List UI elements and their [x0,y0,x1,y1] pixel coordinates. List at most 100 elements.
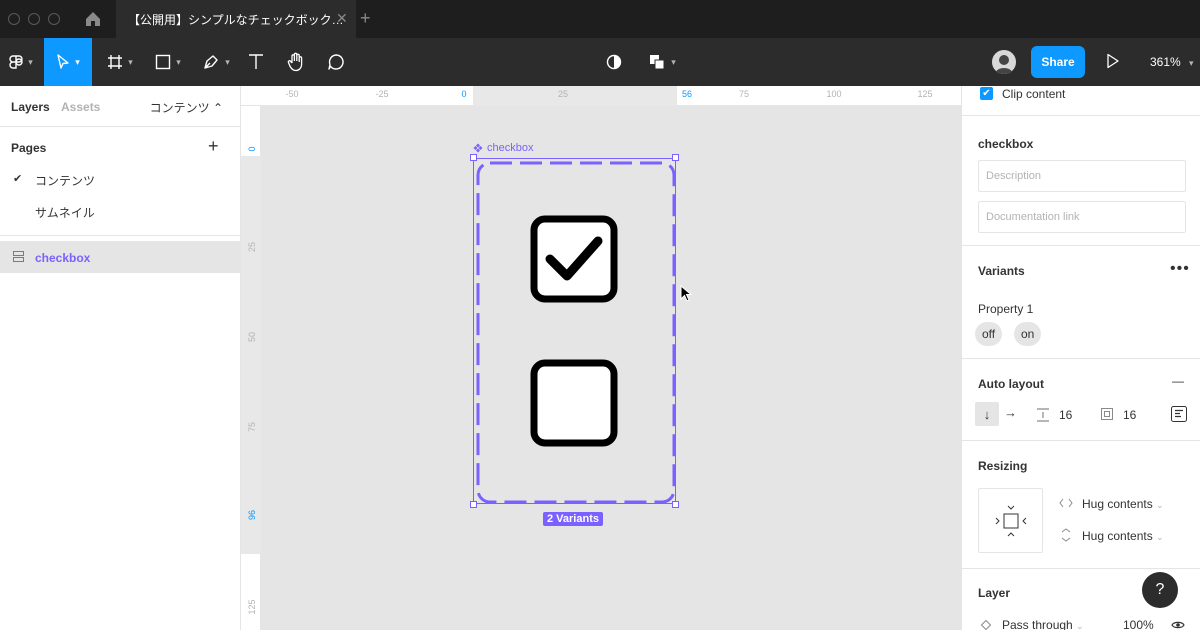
window-close-button[interactable] [8,13,20,25]
spacing-between-value[interactable]: 16 [1059,408,1072,422]
avatar[interactable] [992,50,1016,74]
share-button[interactable]: Share [1031,46,1085,78]
layer-item-checkbox[interactable]: checkbox [0,241,240,273]
page-item-thumbnail[interactable]: サムネイル [0,195,240,227]
height-resizing-dropdown[interactable]: Hug contents ⌄ [1082,529,1164,543]
page-selector[interactable]: コンテンツ ⌃ [150,99,223,116]
ruler-tick-label: 125 [247,599,257,615]
pen-tool[interactable]: ▾ [196,38,236,86]
window-minimize-button[interactable] [28,13,40,25]
component-set-icon [13,251,24,262]
resize-handle-top-left[interactable] [470,154,477,161]
ruler-selection-range [473,86,677,106]
description-field[interactable]: Description [978,160,1186,192]
chevron-down-icon: ⌄ [1156,500,1164,510]
pages-header: Pages + [0,127,240,163]
checkbox-variant-off[interactable] [530,359,618,447]
home-icon[interactable] [84,10,102,28]
eye-icon[interactable] [1171,620,1185,630]
ruler-tick-label: 0 [247,146,257,152]
comment-tool[interactable] [322,38,350,86]
comment-icon [328,54,344,70]
checkbox-variant-on[interactable] [530,215,618,303]
mask-toggle[interactable] [602,38,626,86]
ruler-selection-range [241,156,261,554]
tab-assets[interactable]: Assets [61,100,100,114]
contrast-icon [606,54,622,70]
spacing-between-icon [1037,408,1049,422]
text-tool[interactable] [244,38,268,86]
boolean-tool[interactable]: ▾ [642,38,682,86]
more-options-icon[interactable]: ••• [1170,260,1190,278]
ruler-tick-label: 96 [247,510,257,521]
chevron-down-icon: ▾ [75,56,80,67]
hand-tool[interactable] [282,38,310,86]
clip-content-checkbox[interactable]: ✔ [980,87,993,100]
file-tab[interactable]: 【公開用】シンプルなチェックボック… ✕ [116,0,356,38]
present-play-icon[interactable] [1106,53,1120,69]
alignment-icon[interactable] [1171,406,1187,422]
text-icon [249,54,263,69]
new-tab-button[interactable]: + [360,8,371,29]
rectangle-icon [156,54,171,70]
layer-heading: Layer [978,586,1011,600]
check-icon: ✔ [13,173,23,185]
frame-name: checkbox [487,142,534,154]
resize-handle-bottom-left[interactable] [470,501,477,508]
canvas[interactable]: checkbox 2 Variants [261,106,961,630]
zoom-level[interactable]: 361% ▾ [1150,55,1194,69]
chevron-down-icon: ▾ [1189,58,1194,68]
pen-icon [204,55,218,69]
ruler-horizontal: -50 -25 0 25 56 75 100 125 [241,86,961,106]
frame-name-label[interactable]: checkbox [473,142,533,154]
padding-value[interactable]: 16 [1123,408,1136,422]
add-page-button[interactable]: + [208,136,219,157]
toolbar: ▾ ▾ ▾ ▾ ▾ ▾ Share 361% ▾ [0,38,1200,86]
blend-mode-dropdown[interactable]: Pass through ⌄ [1002,618,1084,630]
remove-auto-layout-button[interactable]: — [1172,374,1184,388]
variants-heading: Variants [978,264,1025,278]
component-icon [473,143,483,153]
component-section: checkbox Description Documentation link [962,116,1200,246]
tab-layers[interactable]: Layers [11,100,50,114]
page-item-contents[interactable]: ✔ コンテンツ [0,163,240,195]
frame-tool[interactable]: ▾ [100,38,140,86]
ruler-tick-label: -50 [285,89,299,99]
figma-logo-icon [9,55,23,69]
direction-horizontal-button[interactable]: → [1004,405,1017,420]
cursor-arrow-icon [57,54,69,69]
blend-mode-icon [981,620,991,630]
width-resizing-value: Hug contents [1082,497,1153,511]
auto-layout-heading: Auto layout [978,377,1044,391]
frame-icon [108,55,123,69]
ruler-tick-label: 25 [557,89,569,99]
property-value-on[interactable]: on [1014,322,1042,346]
mouse-cursor-icon [680,285,692,302]
ruler-tick-label: 100 [826,89,842,99]
chevron-down-icon: ⌄ [1156,532,1164,542]
ruler-vertical: 0 25 50 75 96 125 [241,106,261,630]
close-tab-icon[interactable]: ✕ [336,10,348,27]
move-tool[interactable]: ▾ [44,38,92,86]
documentation-link-field[interactable]: Documentation link [978,201,1186,233]
hug-contents-icon [995,505,1027,537]
resize-handle-bottom-right[interactable] [672,501,679,508]
divider [0,235,240,236]
panel-tabs: Layers Assets コンテンツ ⌃ [0,86,240,127]
property-value-off[interactable]: off [975,322,1003,346]
resize-handle-top-right[interactable] [672,154,679,161]
user-avatar-icon [992,50,1016,74]
ruler-tick-label: 25 [247,242,257,253]
help-button[interactable]: ? [1142,572,1178,608]
page-label: サムネイル [35,206,95,220]
window-zoom-button[interactable] [48,13,60,25]
shape-tool[interactable]: ▾ [148,38,188,86]
variants-count-badge: 2 Variants [543,512,603,526]
layer-label: checkbox [35,251,91,265]
left-panel: Layers Assets コンテンツ ⌃ Pages + ✔ コンテンツ サム… [0,86,241,630]
main-menu-button[interactable]: ▾ [0,38,42,86]
width-resizing-dropdown[interactable]: Hug contents ⌄ [1082,497,1164,511]
layer-opacity-value[interactable]: 100% [1123,618,1154,630]
component-set-border [476,161,676,504]
direction-vertical-button[interactable]: ↓ [975,402,999,426]
